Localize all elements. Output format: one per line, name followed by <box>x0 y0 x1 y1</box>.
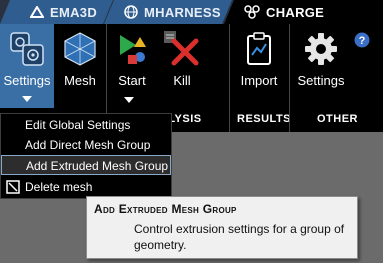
chevron-down-icon <box>22 96 32 102</box>
menu-item-label: Add Direct Mesh Group <box>25 138 151 152</box>
import-icon <box>247 32 271 65</box>
help-icon[interactable]: ? <box>354 32 370 48</box>
start-button[interactable]: Start <box>110 31 154 88</box>
menu-item-edit-global-settings[interactable]: Edit Global Settings <box>1 115 171 135</box>
menu-item-add-direct-mesh-group[interactable]: Add Direct Mesh Group <box>1 135 171 155</box>
globe-icon <box>124 5 138 19</box>
menu-item-add-extruded-mesh-group[interactable]: Add Extruded Mesh Group <box>1 155 171 175</box>
kill-icon <box>164 31 199 66</box>
tooltip: Add Extruded Mesh Group Control extrusio… <box>86 196 358 259</box>
mesh-button[interactable]: Mesh <box>58 31 102 88</box>
group-label-other: OTHER <box>317 113 358 125</box>
chevron-down-icon[interactable] <box>124 97 134 103</box>
delete-mesh-icon <box>6 180 20 194</box>
tab-mharness[interactable]: MHARNESS <box>104 0 232 24</box>
settings-button[interactable]: Settings <box>296 31 346 88</box>
charge-icon <box>244 5 260 19</box>
settings-stack-icon <box>10 32 44 66</box>
button-label: Settings <box>3 73 51 88</box>
svg-text:?: ? <box>359 35 366 47</box>
tooltip-title: Add Extruded Mesh Group <box>94 202 237 216</box>
ribbon-separator <box>229 24 230 132</box>
mesh-settings-button[interactable]: Settings <box>0 24 54 108</box>
button-label: Mesh <box>64 73 96 88</box>
mesh-icon <box>64 32 96 66</box>
ribbon-separator <box>289 24 290 132</box>
import-button[interactable]: Import <box>236 31 282 88</box>
kill-button[interactable]: Kill <box>160 31 204 88</box>
group-label-results: RESULTS <box>237 113 292 125</box>
tooltip-body: Control extrusion settings for a group o… <box>134 222 345 252</box>
menu-item-label: Delete mesh <box>25 180 93 194</box>
tab-label: MHARNESS <box>144 4 221 20</box>
gear-icon <box>305 33 337 65</box>
button-label: Kill <box>173 73 191 88</box>
button-label: Start <box>118 73 146 88</box>
button-label: Settings <box>297 73 345 88</box>
tab-bar: EMA3D MHARNESS CHARGE <box>0 0 383 24</box>
tab-label: CHARGE <box>266 4 325 20</box>
menu-item-label: Add Extruded Mesh Group <box>26 159 169 173</box>
ema3d-icon <box>30 6 44 18</box>
tab-label: EMA3D <box>50 4 98 20</box>
menu-item-delete-mesh[interactable]: Delete mesh <box>1 177 171 197</box>
tab-charge[interactable]: CHARGE <box>224 0 383 24</box>
menu-item-label: Edit Global Settings <box>25 118 131 132</box>
start-icon <box>120 35 146 64</box>
tab-ema3d[interactable]: EMA3D <box>0 0 113 24</box>
settings-dropdown-menu: Edit Global Settings Add Direct Mesh Gro… <box>0 113 172 199</box>
button-label: Import <box>240 73 278 88</box>
